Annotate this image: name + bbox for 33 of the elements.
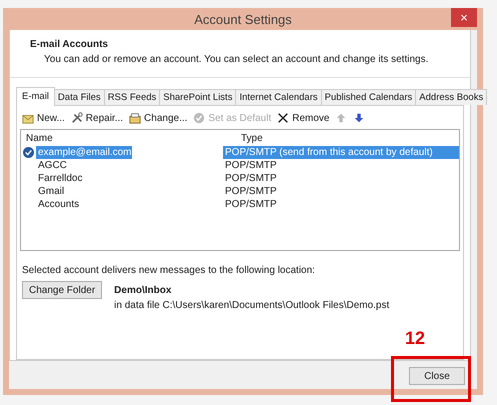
tab[interactable]: Published Calendars bbox=[320, 89, 416, 105]
tab[interactable]: Address Books bbox=[415, 89, 488, 105]
account-name[interactable]: Gmail bbox=[36, 185, 64, 198]
tab[interactable]: Internet Calendars bbox=[235, 89, 322, 105]
account-name[interactable]: Farrelldoc bbox=[36, 172, 82, 185]
tab[interactable]: SharePoint Lists bbox=[159, 89, 236, 105]
down-arrow-icon[interactable] bbox=[353, 112, 366, 124]
account-type: POP/SMTP bbox=[224, 172, 278, 185]
step-number: 12 bbox=[404, 328, 425, 349]
folder-name: Demo\Inbox bbox=[114, 285, 172, 296]
section-description: You can add or remove an account. You can select an account and change its settings. bbox=[44, 54, 430, 65]
close-dialog-button[interactable]: Close bbox=[409, 367, 465, 385]
account-name[interactable]: Accounts bbox=[36, 198, 80, 211]
column-header: Name bbox=[26, 133, 54, 146]
delivery-caption: Selected account delivers new messages to the following location: bbox=[22, 265, 316, 276]
toolbar-button[interactable]: Remove bbox=[277, 112, 330, 124]
account-name[interactable]: AGCC bbox=[36, 159, 67, 172]
column-header: Type bbox=[241, 133, 264, 146]
change-folder-button[interactable]: Change Folder bbox=[22, 281, 102, 299]
account-type: POP/SMTP bbox=[224, 159, 278, 172]
tab[interactable]: RSS Feeds bbox=[104, 89, 160, 105]
tab[interactable]: Data Files bbox=[54, 89, 105, 105]
account-type: POP/SMTP bbox=[224, 198, 278, 211]
toolbar-button[interactable]: New... bbox=[22, 112, 65, 124]
window-title: Account Settings bbox=[194, 12, 292, 26]
data-file-path: in data file C:\Users\karen\Documents\Outlook Files\Demo.pst bbox=[114, 300, 390, 311]
section-title: E-mail Accounts bbox=[30, 39, 109, 50]
close-button[interactable]: × bbox=[451, 8, 477, 27]
account-type: POP/SMTP bbox=[224, 185, 278, 198]
toolbar-button[interactable]: Change... bbox=[129, 112, 188, 124]
toolbar-button[interactable]: Repair... bbox=[70, 112, 124, 124]
tab[interactable]: E-mail bbox=[16, 87, 55, 106]
account-type: POP/SMTP (send from this account by default) bbox=[223, 146, 459, 159]
